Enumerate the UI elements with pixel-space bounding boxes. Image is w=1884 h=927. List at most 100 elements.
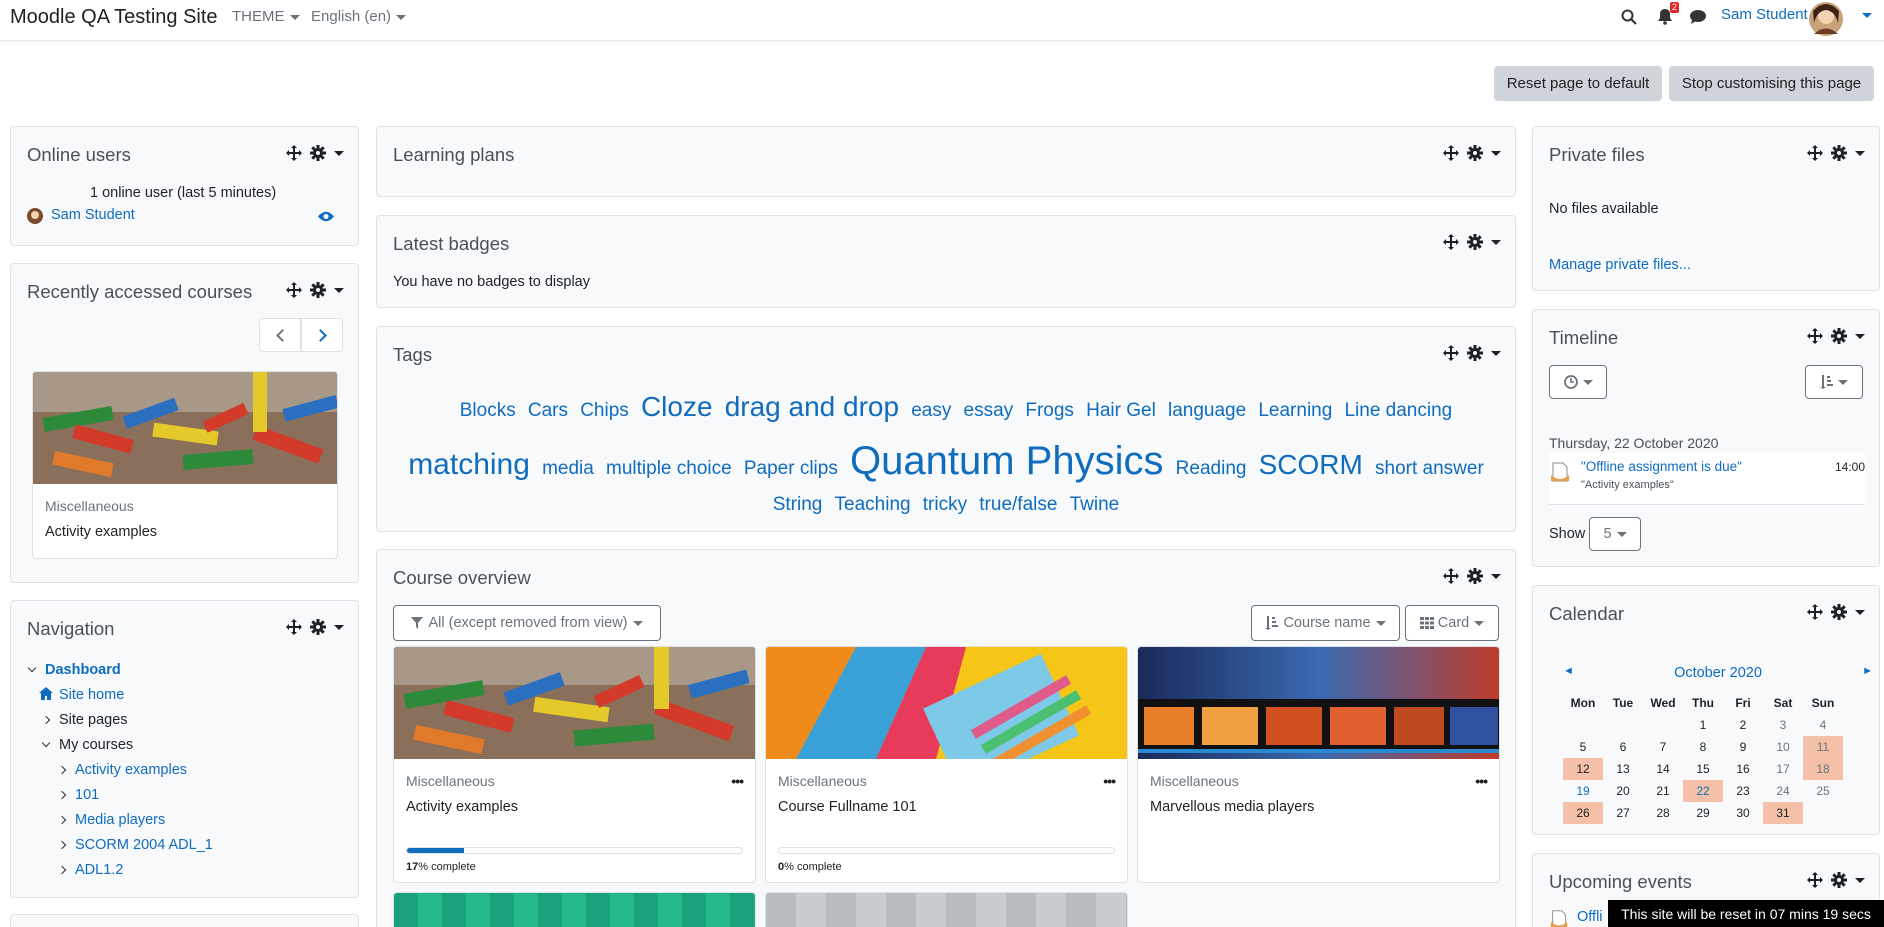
move-icon[interactable] [1443,568,1459,584]
chevron-down-icon[interactable] [334,150,344,156]
chevron-down-icon[interactable] [1491,573,1501,579]
calendar-day[interactable]: 1 [1683,714,1723,736]
calendar-day-event[interactable]: 11 [1803,736,1843,758]
course-card[interactable]: Miscellaneous ••• Activity examples 17% … [393,646,756,883]
calendar-day[interactable]: 29 [1683,802,1723,824]
move-icon[interactable] [1807,604,1823,620]
nav-course-item[interactable]: 101 [57,783,99,808]
gear-icon[interactable] [1467,234,1483,250]
move-icon[interactable] [1807,328,1823,344]
calendar-day[interactable]: 25 [1803,780,1843,802]
nav-dashboard[interactable]: Dashboard [27,658,121,683]
calendar-day-event[interactable]: 18 [1803,758,1843,780]
nav-course-item[interactable]: Activity examples [57,758,187,783]
next-month-icon[interactable]: ► [1862,665,1873,677]
chevron-down-icon[interactable] [334,287,344,293]
calendar-day[interactable]: 6 [1603,736,1643,758]
tag-link[interactable]: String [773,490,823,520]
calendar-day[interactable]: 17 [1763,758,1803,780]
calendar-day[interactable]: 8 [1683,736,1723,758]
nav-course-item[interactable]: SCORM 2004 ADL_1 [57,833,213,858]
tag-link[interactable]: Teaching [835,490,911,520]
nav-site-pages[interactable]: Site pages [41,708,128,733]
calendar-day[interactable]: 2 [1723,714,1763,736]
calendar-day-event[interactable]: 31 [1763,802,1803,824]
gear-icon[interactable] [1467,145,1483,161]
prev-page-button[interactable] [259,318,301,352]
calendar-day[interactable]: 13 [1603,758,1643,780]
course-name[interactable]: Activity examples [45,524,157,540]
course-filter-dropdown[interactable]: All (except removed from view) [393,605,661,641]
gear-icon[interactable] [1831,604,1847,620]
calendar-day[interactable]: 16 [1723,758,1763,780]
gear-icon[interactable] [1831,872,1847,888]
calendar-day[interactable]: 24 [1763,780,1803,802]
tag-link[interactable]: Hair Gel [1086,386,1156,436]
user-avatar[interactable] [1808,1,1844,37]
course-card[interactable] [393,892,756,927]
nav-course-item[interactable]: Media players [57,808,165,833]
course-name[interactable]: Marvellous media players [1150,799,1314,815]
manage-files-link[interactable]: Manage private files... [1549,257,1691,273]
tag-link[interactable]: Line dancing [1344,386,1452,436]
course-card[interactable] [765,892,1128,927]
move-icon[interactable] [286,282,302,298]
tag-link[interactable]: Blocks [460,386,516,436]
timeline-sort-dropdown[interactable] [1805,365,1863,399]
calendar-day-event[interactable]: 22 [1683,780,1723,802]
gear-icon[interactable] [1467,568,1483,584]
tag-link[interactable]: Chips [580,386,629,436]
prev-month-icon[interactable]: ◄ [1563,665,1574,677]
calendar-day[interactable]: 4 [1803,714,1843,736]
calendar-day[interactable]: 9 [1723,736,1763,758]
calendar-day[interactable]: 23 [1723,780,1763,802]
tag-link[interactable]: matching [408,436,530,494]
tag-link[interactable]: Reading [1176,440,1247,498]
calendar-day[interactable]: 7 [1643,736,1683,758]
course-menu-icon[interactable]: ••• [731,773,744,789]
chevron-down-icon[interactable] [1491,150,1501,156]
calendar-day[interactable]: 19 [1563,780,1603,802]
course-name[interactable]: Activity examples [406,799,518,815]
tag-link[interactable]: drag and drop [725,382,899,432]
move-icon[interactable] [1807,145,1823,161]
tag-link[interactable]: Cloze [641,382,713,432]
move-icon[interactable] [1443,345,1459,361]
online-user-link[interactable]: Sam Student [51,207,135,223]
tag-link[interactable]: SCORM [1259,436,1363,494]
tag-link[interactable]: multiple choice [606,440,732,498]
tag-link[interactable]: Learning [1258,386,1332,436]
course-sort-dropdown[interactable]: Course name [1251,605,1400,641]
move-icon[interactable] [1807,872,1823,888]
calendar-day[interactable]: 10 [1763,736,1803,758]
move-icon[interactable] [1443,145,1459,161]
calendar-day[interactable]: 21 [1643,780,1683,802]
calendar-day[interactable]: 28 [1643,802,1683,824]
next-page-button[interactable] [301,318,343,352]
chevron-down-icon[interactable] [1855,609,1865,615]
move-icon[interactable] [286,619,302,635]
user-menu-chevron-icon[interactable] [1862,13,1872,18]
tag-link[interactable]: Quantum Physics [850,432,1163,490]
user-name[interactable]: Sam Student [1721,6,1808,23]
course-menu-icon[interactable]: ••• [1475,773,1488,789]
move-icon[interactable] [1443,234,1459,250]
timeline-date-filter[interactable] [1549,365,1607,399]
language-menu[interactable]: English (en) [311,8,407,25]
upcoming-event-link[interactable]: Offli [1577,909,1603,925]
chevron-down-icon[interactable] [1855,150,1865,156]
gear-icon[interactable] [310,282,326,298]
chevron-down-icon[interactable] [1855,333,1865,339]
gear-icon[interactable] [1467,345,1483,361]
chat-icon[interactable] [1689,9,1707,25]
course-view-dropdown[interactable]: Card [1405,605,1499,641]
calendar-day[interactable]: 30 [1723,802,1763,824]
course-card[interactable]: Miscellaneous ••• Marvellous media playe… [1137,646,1500,883]
recent-course-card[interactable]: Miscellaneous Activity examples [32,371,338,559]
tag-link[interactable]: easy [911,386,951,436]
site-name[interactable]: Moodle QA Testing Site [10,6,218,29]
tag-link[interactable]: tricky [923,490,967,520]
tag-link[interactable]: Twine [1070,490,1120,520]
theme-menu[interactable]: THEME [232,8,300,25]
calendar-day[interactable]: 20 [1603,780,1643,802]
